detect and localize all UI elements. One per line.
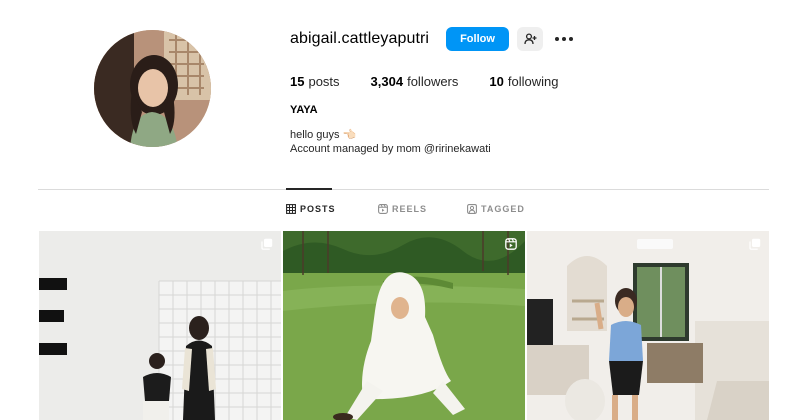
followers-stat[interactable]: 3,304 followers xyxy=(371,74,459,89)
tab-posts-label: POSTS xyxy=(300,204,336,214)
posts-stat: 15 posts xyxy=(290,74,340,89)
more-options-icon xyxy=(555,37,573,41)
multiple-posts-icon xyxy=(261,238,273,250)
bio-line-1: hello guys 👈🏻 xyxy=(290,129,357,141)
tab-posts[interactable]: POSTS xyxy=(286,204,336,214)
profile-tabs: POSTS REELS TAGGED xyxy=(0,204,800,218)
tab-reels[interactable]: REELS xyxy=(378,204,427,214)
profile-avatar[interactable] xyxy=(94,30,211,147)
add-person-icon xyxy=(523,33,536,45)
posts-grid xyxy=(39,231,769,420)
profile-stats: 15 posts 3,304 followers 10 following xyxy=(290,74,589,89)
tabs-divider xyxy=(38,189,769,190)
tab-tagged-label: TAGGED xyxy=(481,204,525,214)
post-tile[interactable] xyxy=(39,231,281,420)
post-image xyxy=(527,231,769,420)
post-tile[interactable] xyxy=(527,231,769,420)
follow-button[interactable]: Follow xyxy=(446,27,509,51)
tab-tagged[interactable]: TAGGED xyxy=(467,204,525,214)
suggested-users-button[interactable] xyxy=(517,27,543,51)
posts-count: 15 xyxy=(290,74,305,89)
more-options-button[interactable] xyxy=(553,29,575,49)
post-image xyxy=(283,231,525,420)
profile-full-name: YAYA xyxy=(290,104,318,116)
tab-reels-label: REELS xyxy=(392,204,428,214)
following-label: following xyxy=(507,74,559,89)
active-tab-indicator xyxy=(286,188,332,190)
profile-username: abigail.cattleyaputri xyxy=(290,30,430,47)
reel-icon xyxy=(505,238,517,250)
bio-line-2: Account managed by mom @ririnekawati xyxy=(290,143,491,155)
reels-icon xyxy=(378,204,388,214)
tagged-icon xyxy=(467,204,477,214)
profile-bio: hello guys 👈🏻 Account managed by mom @ri… xyxy=(290,128,491,156)
following-stat[interactable]: 10 following xyxy=(489,74,558,89)
multiple-posts-icon xyxy=(749,238,761,250)
following-count: 10 xyxy=(489,74,504,89)
followers-label: followers xyxy=(407,74,459,89)
post-tile[interactable] xyxy=(283,231,525,420)
followers-count: 3,304 xyxy=(370,74,404,89)
grid-icon xyxy=(286,204,296,214)
posts-label: posts xyxy=(308,74,340,89)
post-image xyxy=(39,231,281,420)
